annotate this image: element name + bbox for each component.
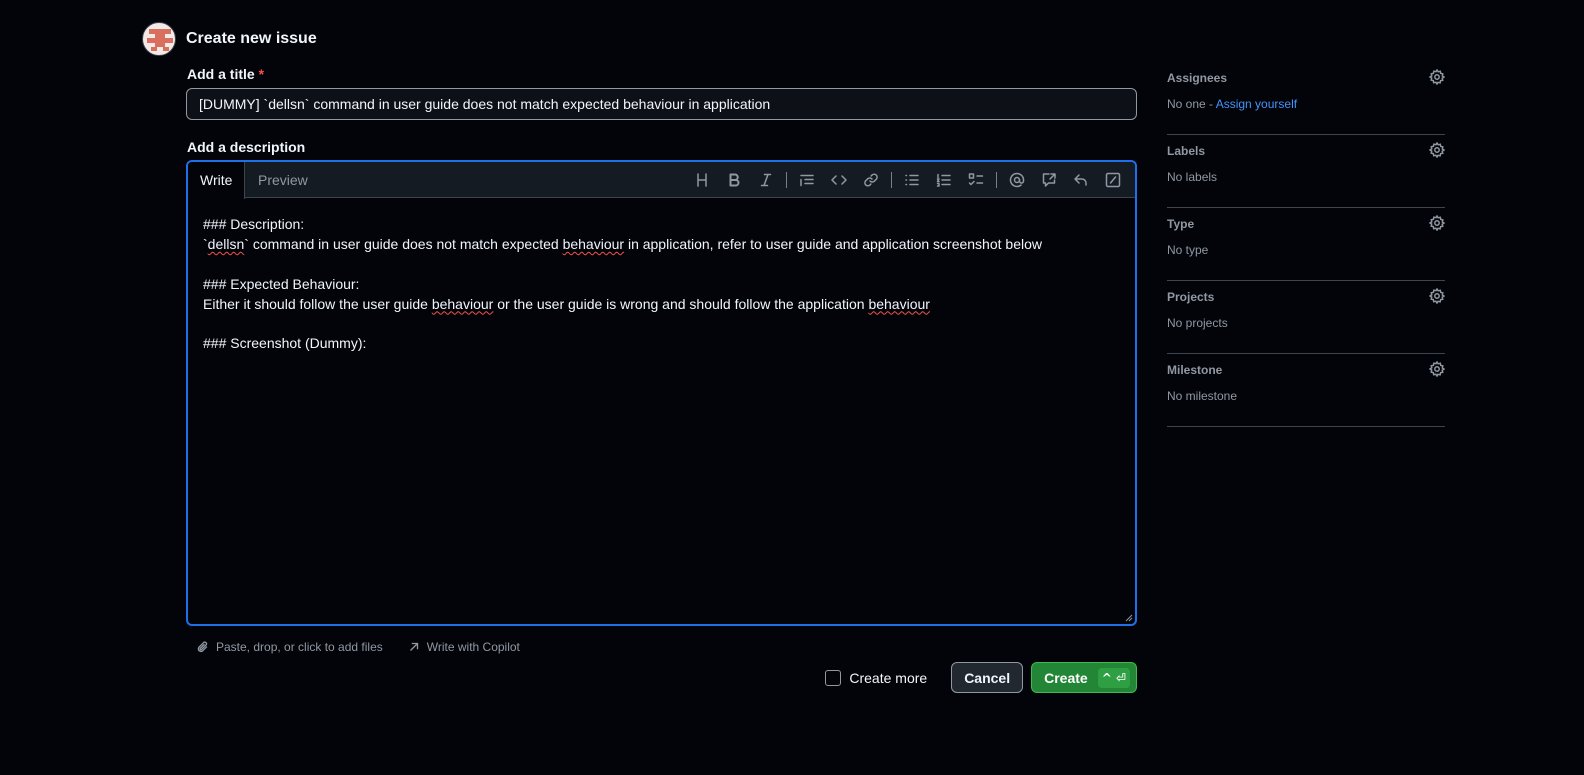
text-line: Either it should follow the user guide b… (203, 294, 1120, 314)
attach-files-button[interactable]: Paste, drop, or click to add files (196, 640, 383, 654)
spellcheck-word: dellsn (207, 236, 245, 252)
gear-icon[interactable] (1428, 214, 1446, 232)
attach-files-label: Paste, drop, or click to add files (216, 640, 383, 654)
assignees-none-text: No one - (1167, 97, 1216, 111)
cancel-label: Cancel (964, 669, 1011, 686)
bold-icon[interactable] (722, 168, 746, 192)
reply-icon[interactable] (1069, 168, 1093, 192)
description-editor[interactable]: Write Preview ### Description: `dellsn` … (186, 160, 1137, 626)
unordered-list-icon[interactable] (900, 168, 924, 192)
title-input[interactable]: [DUMMY] `dellsn` command in user guide d… (186, 88, 1137, 120)
link-icon[interactable] (859, 168, 883, 192)
milestone-heading: Milestone (1167, 363, 1223, 377)
form-actions: Create more Cancel Create ^ ⏎ (825, 662, 1137, 693)
task-list-icon[interactable] (964, 168, 988, 192)
avatar[interactable] (142, 22, 176, 56)
text-span: in application, refer to user guide and … (624, 236, 1042, 252)
sidebar-type: Type No type (1167, 208, 1446, 281)
sidebar-labels: Labels No labels (1167, 135, 1446, 208)
title-label: Add a title * (187, 66, 264, 82)
editor-footer: Paste, drop, or click to add files Write… (196, 640, 544, 654)
issue-sidebar: Assignees No one - Assign yourself Label… (1167, 62, 1446, 427)
formatting-toolbar (682, 162, 1125, 198)
create-more-label[interactable]: Create more (849, 670, 927, 686)
projects-heading: Projects (1167, 290, 1215, 304)
projects-value: No projects (1167, 316, 1228, 330)
type-heading: Type (1167, 217, 1195, 231)
type-value: No type (1167, 243, 1209, 257)
tab-preview[interactable]: Preview (246, 162, 320, 198)
spellcheck-word: behaviour (868, 295, 930, 312)
tab-write[interactable]: Write (188, 162, 246, 199)
text-span: Either it should follow the user guide (203, 295, 432, 312)
description-textarea[interactable]: ### Description: `dellsn` command in use… (203, 214, 1120, 353)
heading-icon[interactable] (690, 168, 714, 192)
description-label: Add a description (187, 139, 306, 155)
keyboard-shortcut-badge: ^ ⏎ (1097, 667, 1130, 688)
toolbar-divider (996, 172, 997, 188)
paperclip-icon (197, 641, 208, 653)
page-title: Create new issue (186, 30, 317, 47)
text-line: `dellsn` command in user guide does not … (203, 234, 1120, 254)
page-header: Create new issue (142, 22, 317, 56)
editor-toolbar-bar: Write Preview (188, 162, 1135, 199)
labels-heading: Labels (1167, 144, 1206, 158)
text-line: ### Screenshot (Dummy): (203, 335, 367, 351)
code-icon[interactable] (827, 168, 851, 192)
quote-icon[interactable] (795, 168, 819, 192)
text-line: ### Expected Behaviour: (203, 275, 360, 292)
sidebar-assignees: Assignees No one - Assign yourself (1167, 62, 1446, 135)
create-button[interactable]: Create ^ ⏎ (1031, 662, 1137, 693)
required-mark: * (258, 66, 265, 82)
arrow-up-right-icon (409, 642, 418, 651)
spellcheck-word: behaviour (562, 236, 625, 252)
gear-icon[interactable] (1428, 287, 1446, 305)
create-more-checkbox[interactable] (825, 669, 842, 686)
cross-reference-icon[interactable] (1037, 168, 1061, 192)
ordered-list-icon[interactable] (932, 168, 956, 192)
sidebar-projects: Projects No projects (1167, 281, 1446, 354)
write-with-copilot-button[interactable]: Write with Copilot (407, 640, 520, 654)
toolbar-divider (891, 172, 892, 188)
text-span: ` command in user guide does not match e… (244, 236, 563, 252)
gear-icon[interactable] (1428, 68, 1446, 86)
assignees-value: No one - Assign yourself (1167, 97, 1297, 111)
italic-icon[interactable] (754, 168, 778, 192)
assign-yourself-link[interactable]: Assign yourself (1216, 97, 1297, 111)
text-line: ### Description: (203, 216, 305, 232)
toolbar-divider (786, 172, 787, 188)
title-label-text: Add a title (187, 66, 255, 82)
sidebar-milestone: Milestone No milestone (1167, 354, 1446, 427)
labels-value: No labels (1167, 170, 1218, 184)
text-span: or the user guide is wrong and should fo… (493, 295, 869, 312)
cancel-button[interactable]: Cancel (951, 662, 1024, 693)
milestone-value: No milestone (1167, 389, 1238, 403)
copilot-label: Write with Copilot (426, 640, 520, 654)
mention-icon[interactable] (1005, 168, 1029, 192)
gear-icon[interactable] (1428, 141, 1446, 159)
slash-commands-icon[interactable] (1101, 168, 1125, 192)
resize-handle-icon[interactable] (1125, 614, 1133, 622)
gear-icon[interactable] (1428, 360, 1446, 378)
assignees-heading: Assignees (1167, 71, 1228, 85)
spellcheck-word: behaviour (431, 295, 494, 312)
create-label: Create (1044, 669, 1088, 686)
